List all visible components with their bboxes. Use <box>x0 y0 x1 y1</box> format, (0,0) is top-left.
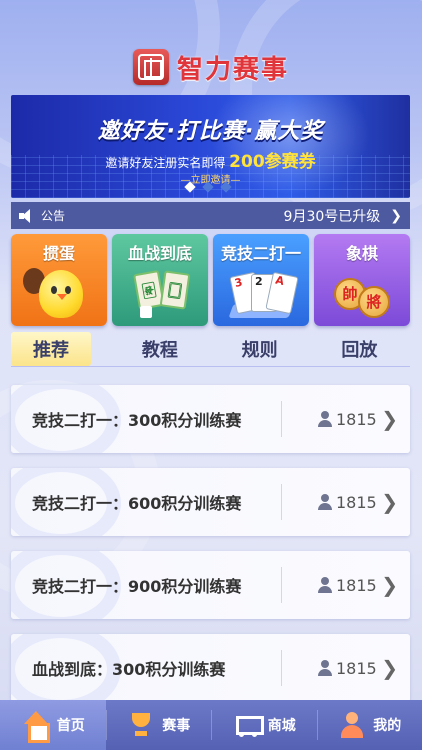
cart-icon <box>232 711 264 739</box>
nav-label: 首页 <box>56 718 85 734</box>
player-count: 1815 <box>317 634 377 702</box>
match-title: 血战到底：300积分训练赛 <box>32 660 226 679</box>
notice-message: 9月30号已升级 <box>283 208 381 225</box>
players-icon <box>317 660 333 676</box>
user-icon <box>337 711 367 739</box>
home-icon <box>21 711 51 743</box>
tab-recommend[interactable]: 推荐 <box>11 332 91 366</box>
game-tile-label: 象棋 <box>345 244 378 263</box>
bottom-nav: 首页 赛事 商城 我的 <box>0 700 422 750</box>
speaker-icon <box>19 208 35 223</box>
list-item[interactable]: 竞技二打一：600积分训练赛 1815 ❯ <box>11 468 410 536</box>
dice-icon <box>140 306 152 318</box>
tab-divider <box>11 366 410 367</box>
banner-sub-highlight: 200参赛券 <box>229 152 316 172</box>
carousel-dot[interactable] <box>202 181 214 193</box>
list-item[interactable]: 竞技二打一：300积分训练赛 1815 ❯ <box>11 385 410 453</box>
nav-label: 商城 <box>267 718 296 734</box>
match-title: 竞技二打一：600积分训练赛 <box>32 494 242 513</box>
app-title: 智力赛事 <box>176 54 289 85</box>
notice-bar[interactable]: 公告 9月30号已升级 ❯ <box>11 202 410 229</box>
notice-label: 公告 <box>41 209 66 223</box>
game-tile-xiangqi[interactable]: 象棋 帥 將 <box>314 234 410 326</box>
game-tile-label: 竞技二打一 <box>220 244 301 263</box>
nav-label: 赛事 <box>162 718 191 734</box>
player-count: 1815 <box>317 551 377 619</box>
player-count: 1815 <box>317 468 377 536</box>
game-tile-guandan[interactable]: 掼蛋 <box>11 234 107 326</box>
match-title: 竞技二打一：900积分训练赛 <box>32 577 242 596</box>
player-count-value: 1815 <box>336 575 377 595</box>
promo-banner[interactable]: 邀好友·打比赛·赢大奖 邀请好友注册实名即得 200参赛券 —立即邀请— <box>11 95 410 198</box>
player-count-value: 1815 <box>336 409 377 429</box>
game-tile-label: 掼蛋 <box>42 244 75 263</box>
players-icon <box>317 411 333 427</box>
nav-shop[interactable]: 商城 <box>211 700 317 750</box>
tab-tutorial[interactable]: 教程 <box>110 332 210 366</box>
carousel-indicator <box>184 181 232 193</box>
chevron-right-icon: ❯ <box>381 490 398 514</box>
match-title: 竞技二打一：300积分训练赛 <box>32 411 242 430</box>
banner-subtitle: 邀请好友注册实名即得 200参赛券 <box>11 147 410 172</box>
match-list: 竞技二打一：300积分训练赛 1815 ❯ 竞技二打一：600积分训练赛 181… <box>11 385 410 717</box>
content-tabs: 推荐 教程 规则 回放 <box>11 332 410 366</box>
nav-me[interactable]: 我的 <box>316 700 422 750</box>
list-item[interactable]: 竞技二打一：900积分训练赛 1815 ❯ <box>11 551 410 619</box>
tab-rules[interactable]: 规则 <box>210 332 310 366</box>
player-count: 1815 <box>317 385 377 453</box>
game-tile-xuezhan[interactable]: 血战到底 🀅 🀆 <box>112 234 208 326</box>
player-count-value: 1815 <box>336 658 377 678</box>
chick-icon <box>39 270 83 318</box>
player-count-value: 1815 <box>336 492 377 512</box>
chevron-right-icon: ❯ <box>381 407 398 431</box>
chevron-right-icon: ❯ <box>381 573 398 597</box>
banner-headline: 邀好友·打比赛·赢大奖 <box>97 119 324 144</box>
tab-replay[interactable]: 回放 <box>310 332 410 366</box>
game-tiles: 掼蛋 血战到底 🀅 🀆 竞技二打一 3 2 A 象棋 帥 將 <box>11 234 410 326</box>
nav-events[interactable]: 赛事 <box>105 700 212 750</box>
banner-sub-prefix: 邀请好友注册实名即得 <box>105 156 226 170</box>
players-icon <box>317 577 333 593</box>
nav-home[interactable]: 首页 <box>0 700 106 750</box>
players-icon <box>317 494 333 510</box>
list-item[interactable]: 血战到底：300积分训练赛 1815 ❯ <box>11 634 410 702</box>
game-tile-label: 血战到底 <box>127 244 192 263</box>
app-logo-icon <box>132 49 169 85</box>
chess-piece-icon: 將 <box>358 286 390 318</box>
carousel-dot[interactable] <box>184 181 196 193</box>
trophy-icon <box>126 711 156 739</box>
mahjong-tile-icon: 🀆 <box>159 270 191 310</box>
chevron-right-icon: ❯ <box>381 656 398 680</box>
carousel-dot[interactable] <box>220 181 232 193</box>
game-tile-jingji[interactable]: 竞技二打一 3 2 A <box>213 234 309 326</box>
nav-label: 我的 <box>373 718 402 734</box>
chevron-right-icon: ❯ <box>390 207 402 224</box>
app-header: 智力赛事 <box>0 44 422 90</box>
